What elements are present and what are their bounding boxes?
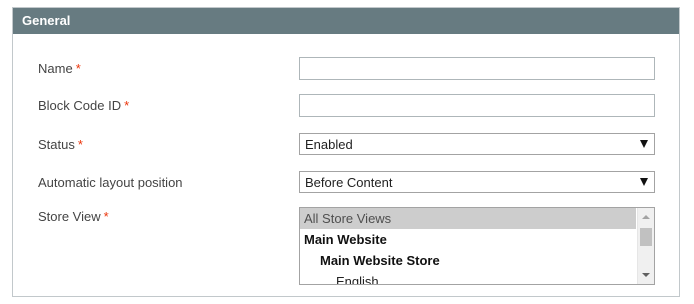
option-all-store-views[interactable]: All Store Views xyxy=(300,208,636,229)
store-view-row: Store View * All Store Views Main Website… xyxy=(13,207,679,287)
chevron-down-icon xyxy=(640,140,648,148)
scroll-down-arrow-icon[interactable] xyxy=(642,273,650,277)
required-marker: * xyxy=(77,137,83,152)
scroll-up-arrow-icon[interactable] xyxy=(642,215,650,219)
required-marker: * xyxy=(103,209,109,224)
block-code-id-input[interactable] xyxy=(299,94,655,117)
name-input[interactable] xyxy=(299,57,655,80)
store-view-multiselect[interactable]: All Store Views Main Website Main Websit… xyxy=(299,207,655,285)
block-code-id-label: Block Code ID * xyxy=(38,98,130,113)
store-view-label: Store View * xyxy=(38,209,109,224)
store-view-scrollbar[interactable] xyxy=(637,208,654,284)
option-group-main-website: Main Website xyxy=(304,232,387,247)
status-row: Status * Enabled xyxy=(13,133,679,157)
layout-position-row: Automatic layout position Before Content xyxy=(13,171,679,195)
panel-header-general[interactable]: General xyxy=(13,8,679,34)
required-marker: * xyxy=(75,61,81,76)
scrollbar-thumb[interactable] xyxy=(640,228,652,246)
general-panel: General Name * Block Code ID * Status * Ena… xyxy=(12,7,680,297)
status-select-value: Enabled xyxy=(305,137,353,152)
status-select[interactable]: Enabled xyxy=(299,133,655,155)
chevron-down-icon xyxy=(640,178,648,186)
layout-position-select[interactable]: Before Content xyxy=(299,171,655,193)
name-label: Name * xyxy=(38,61,81,76)
option-english[interactable]: English xyxy=(300,271,636,284)
layout-position-label: Automatic layout position xyxy=(38,175,183,190)
required-marker: * xyxy=(124,98,130,113)
store-view-options: All Store Views Main Website Main Websit… xyxy=(300,208,636,284)
status-label: Status * xyxy=(38,137,83,152)
name-row: Name * xyxy=(13,57,679,81)
option-group-main-website-store: Main Website Store xyxy=(320,253,440,268)
block-code-id-row: Block Code ID * xyxy=(13,94,679,118)
layout-position-select-value: Before Content xyxy=(305,175,393,190)
